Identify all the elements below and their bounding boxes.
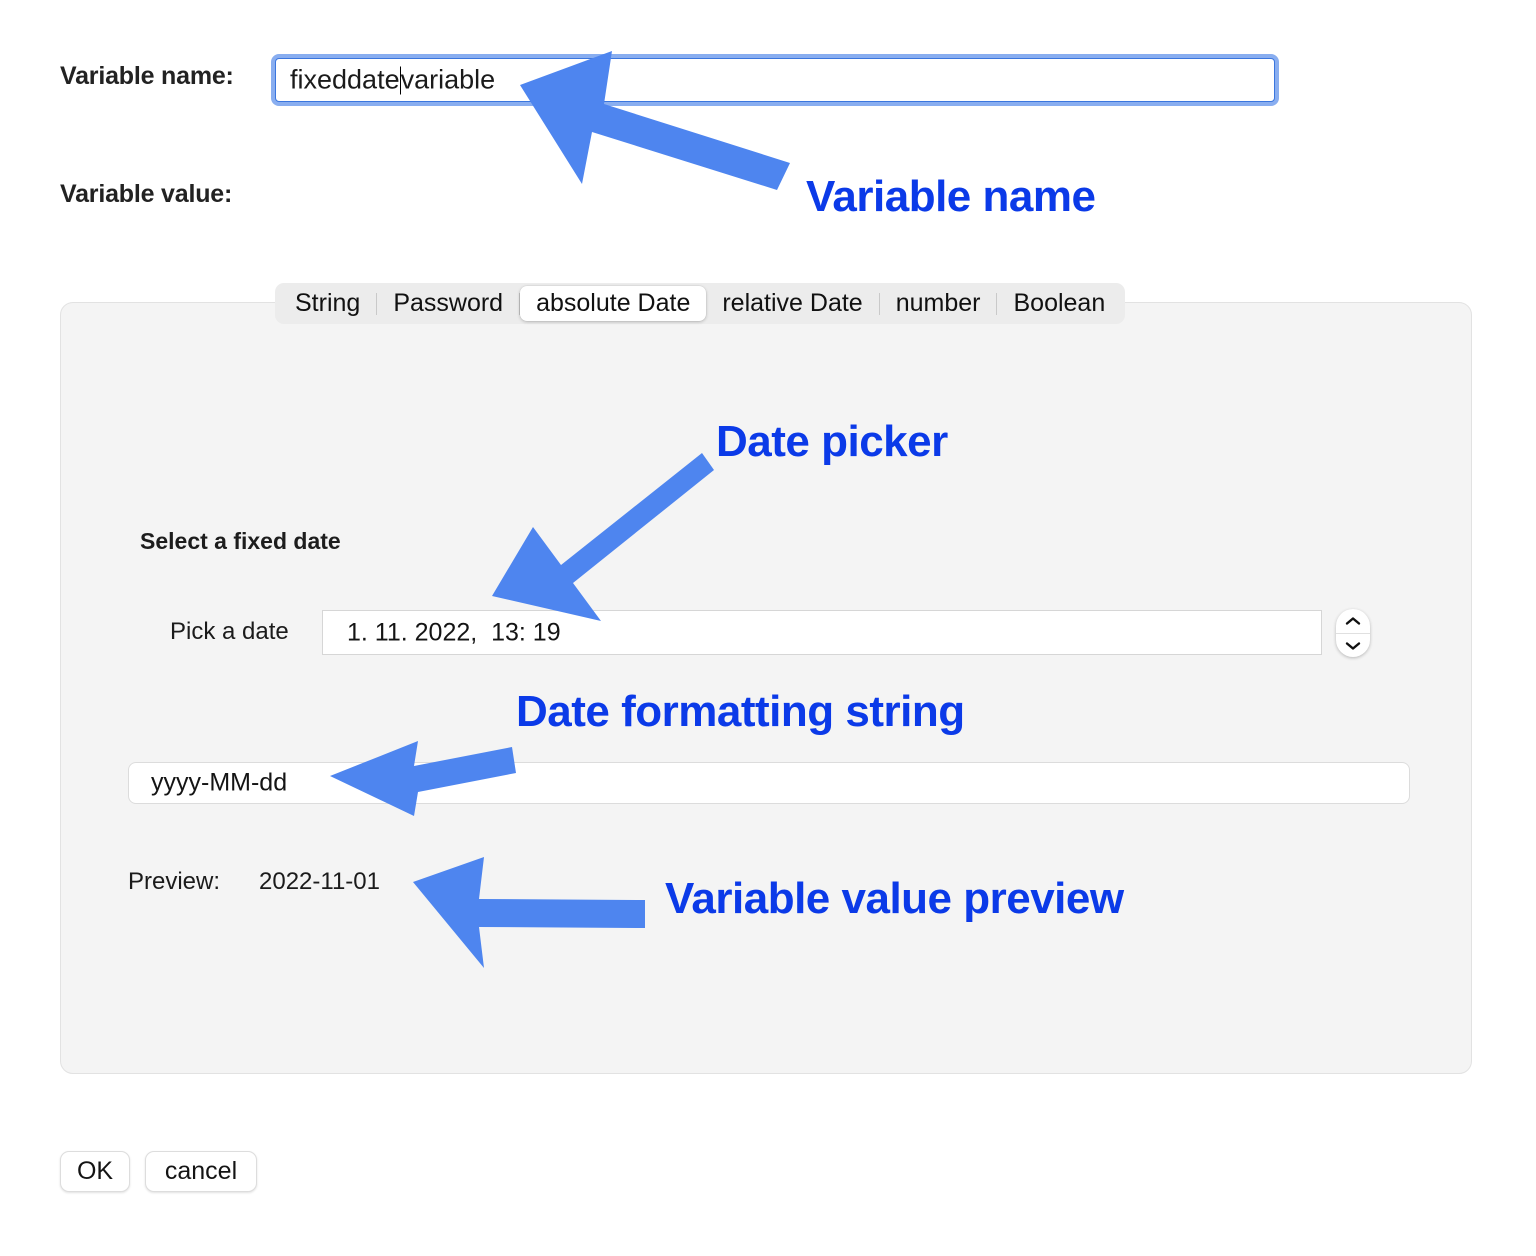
- tab-relative-date[interactable]: relative Date: [706, 286, 878, 320]
- tab-number[interactable]: number: [880, 286, 997, 320]
- select-fixed-date-title: Select a fixed date: [140, 528, 341, 554]
- pick-a-date-input[interactable]: 1. 11. 2022, 13: 19: [322, 610, 1322, 655]
- variable-name-text-before-caret: fixeddate: [290, 64, 400, 95]
- variable-type-tabs: String Password absolute Date relative D…: [275, 283, 1126, 324]
- pick-a-date-value: 1. 11. 2022, 13: 19: [347, 618, 561, 646]
- annotation-date-picker: Date picker: [716, 417, 948, 466]
- chevron-down-icon: [1345, 641, 1361, 651]
- annotation-variable-value-preview: Variable value preview: [665, 874, 1124, 923]
- tab-password[interactable]: Password: [377, 286, 519, 320]
- tab-string[interactable]: String: [279, 286, 376, 320]
- variable-name-input-value: fixeddatevariable: [290, 65, 495, 96]
- variable-name-input[interactable]: fixeddatevariable: [275, 58, 1275, 102]
- date-format-value: yyyy-MM-dd: [151, 768, 288, 797]
- variable-name-text-after-caret: variable: [400, 64, 496, 95]
- cancel-button[interactable]: cancel: [145, 1151, 257, 1192]
- stepper-up-button[interactable]: [1336, 609, 1370, 634]
- variable-name-label: Variable name:: [60, 62, 234, 90]
- preview-value: 2022-11-01: [259, 868, 380, 895]
- variable-value-label: Variable value:: [60, 180, 233, 208]
- tab-boolean[interactable]: Boolean: [997, 286, 1121, 320]
- tab-absolute-date[interactable]: absolute Date: [520, 286, 707, 321]
- variable-editor-dialog: Variable name: fixeddatevariable Variabl…: [0, 0, 1536, 1256]
- pick-a-date-label: Pick a date: [170, 618, 289, 645]
- annotation-date-formatting-string: Date formatting string: [516, 687, 965, 736]
- preview-label: Preview:: [128, 868, 221, 895]
- stepper-down-button[interactable]: [1336, 634, 1370, 658]
- annotation-variable-name: Variable name: [806, 172, 1096, 221]
- date-format-input[interactable]: yyyy-MM-dd: [128, 762, 1410, 804]
- chevron-up-icon: [1345, 616, 1361, 626]
- ok-button[interactable]: OK: [60, 1151, 130, 1192]
- date-stepper[interactable]: [1336, 609, 1370, 657]
